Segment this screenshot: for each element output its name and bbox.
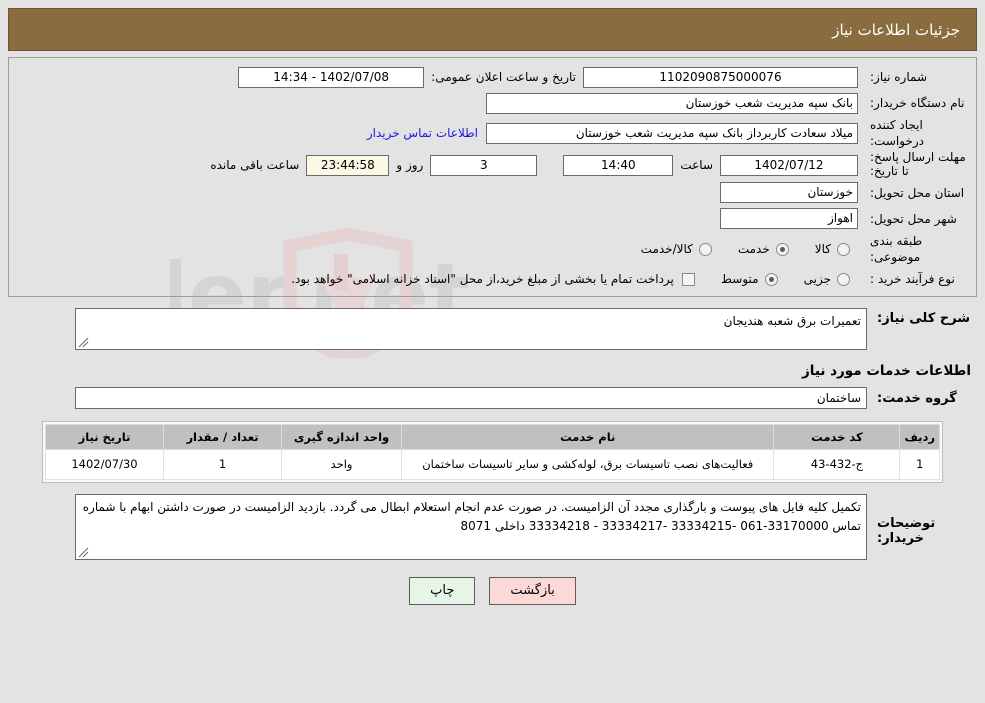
radio-icon[interactable] [837, 272, 850, 286]
remaining-days-text: روز و [396, 158, 424, 173]
form-row-need-number: شماره نیاز: 1102090875000076 تاریخ و ساع… [9, 64, 976, 90]
table-header-row: ردیف کد خدمت نام خدمت واحد اندازه گیری ت… [45, 424, 940, 451]
process-option-motevaset[interactable]: متوسط [721, 272, 778, 286]
treasury-note: پرداخت تمام یا بخشی از مبلغ خرید،از محل … [291, 272, 674, 287]
category-option-label: خدمت [737, 242, 770, 257]
deadline-label: مهلت ارسال پاسخ: تا تاریخ: [870, 150, 966, 179]
process-option-jozi[interactable]: جزیی [804, 272, 850, 286]
th-radif: ردیف [899, 424, 940, 451]
form-row-deadline: مهلت ارسال پاسخ: تا تاریخ: 1402/07/12 سا… [9, 150, 976, 180]
remaining-suffix-text: ساعت باقی مانده [210, 158, 300, 173]
need-info-panel: شماره نیاز: 1102090875000076 تاریخ و ساع… [8, 57, 977, 298]
print-button[interactable]: چاپ [409, 577, 476, 605]
action-buttons: بازگشت چاپ [0, 577, 985, 605]
category-option-label: کالا/خدمت [640, 242, 693, 257]
th-code: کد خدمت [773, 424, 901, 451]
province-field[interactable]: خوزستان [720, 182, 858, 204]
process-option-label: جزیی [803, 272, 831, 287]
cell-code: ج-432-43 [773, 449, 901, 481]
buyer-notes-textarea[interactable]: تکمیل کلیه فایل های پیوست و بارگذاری مجد… [75, 494, 867, 561]
page-title: جزئیات اطلاعات نیاز [832, 20, 960, 39]
countdown-field: 23:44:58 [306, 154, 390, 176]
category-option-khedmat[interactable]: خدمت [738, 242, 789, 256]
process-label: نوع فرآیند خرید : [870, 272, 955, 287]
cell-name: فعالیت‌های نصب تاسیسات برق، لوله‌کشی و س… [400, 449, 775, 481]
cell-date: 1402/07/30 [45, 449, 164, 481]
description-label: شرح کلی نیاز: [877, 311, 971, 327]
buyer-contact-link[interactable]: اطلاعات تماس خریدار [359, 126, 486, 140]
category-option-kala[interactable]: کالا [815, 242, 850, 256]
services-section-title: اطلاعات خدمات مورد نیاز [801, 363, 971, 380]
buyer-notes-row: توضیحات خریدار: تکمیل کلیه فایل های پیوس… [8, 491, 977, 563]
description-row: شرح کلی نیاز: تعمیرات برق شعبه هندیجان [8, 305, 977, 353]
description-section: شرح کلی نیاز: تعمیرات برق شعبه هندیجان [8, 297, 977, 353]
form-row-city: شهر محل تحویل: اهواز [9, 206, 976, 232]
th-unit: واحد اندازه گیری [281, 424, 402, 451]
resize-grip-icon[interactable] [78, 337, 89, 348]
province-label: استان محل تحویل: [870, 185, 965, 200]
th-name: نام خدمت [400, 424, 775, 451]
public-announce-label: تاریخ و ساعت اعلان عمومی: [431, 70, 576, 84]
buyer-notes-section: توضیحات خریدار: تکمیل کلیه فایل های پیوس… [8, 483, 977, 563]
radio-icon[interactable] [837, 242, 850, 256]
buyer-notes-label: توضیحات خریدار: [877, 516, 936, 547]
public-announce-field[interactable]: 1402/07/08 - 14:34 [238, 66, 425, 88]
creator-label: ایجاد کننده درخواست: [870, 118, 924, 149]
service-group-row: گروه خدمت: ساختمان [8, 387, 977, 410]
treasury-checkbox[interactable] [681, 272, 695, 286]
deadline-hour-label: ساعت [680, 158, 713, 173]
creator-field[interactable]: میلاد سعادت کاربرداز بانک سپه مدیریت شعب… [486, 122, 858, 144]
city-label: شهر محل تحویل: [870, 211, 957, 226]
category-label: طبقه بندی موضوعی: [870, 233, 923, 265]
city-field[interactable]: اهواز [720, 208, 858, 230]
service-group-field[interactable]: ساختمان [75, 387, 867, 410]
remaining-days-field[interactable]: 3 [430, 154, 538, 176]
th-date: تاریخ نیاز [45, 424, 164, 451]
category-option-kala-khedmat[interactable]: کالا/خدمت [641, 242, 712, 256]
deadline-date-field[interactable]: 1402/07/12 [720, 154, 858, 176]
services-table-wrap: ردیف کد خدمت نام خدمت واحد اندازه گیری ت… [42, 421, 943, 484]
form-row-process: نوع فرآیند خرید : جزیی متوسط پرداخت تمام… [9, 266, 976, 292]
form-row-province: استان محل تحویل: خوزستان [9, 180, 976, 206]
form-row-category: طبقه بندی موضوعی: کالا خدمت کالا/خدمت [9, 232, 976, 266]
service-group-label: گروه خدمت: [877, 390, 957, 406]
need-number-field[interactable]: 1102090875000076 [583, 66, 858, 88]
cell-unit: واحد [281, 449, 402, 481]
cell-qty: 1 [163, 449, 282, 481]
buyer-org-label: نام دستگاه خریدار: [870, 95, 965, 110]
page-root: AriaTender.net جزئیات اطلاعات نیاز شماره… [0, 0, 985, 703]
buyer-org-field[interactable]: بانک سپه مدیریت شعب خوزستان [486, 92, 858, 114]
cell-radif: 1 [899, 449, 940, 481]
description-textarea[interactable]: تعمیرات برق شعبه هندیجان [75, 308, 867, 351]
form-row-creator: ایجاد کننده درخواست: میلاد سعادت کاربردا… [9, 116, 976, 150]
services-table: ردیف کد خدمت نام خدمت واحد اندازه گیری ت… [45, 424, 940, 481]
deadline-hour-field[interactable]: 14:40 [563, 154, 674, 176]
need-number-label: شماره نیاز: [870, 69, 927, 84]
category-option-label: کالا [814, 242, 831, 257]
radio-icon[interactable] [764, 272, 778, 286]
resize-grip-icon[interactable] [78, 547, 89, 558]
page-header: جزئیات اطلاعات نیاز [8, 8, 977, 51]
radio-icon[interactable] [698, 242, 712, 256]
radio-icon[interactable] [775, 242, 789, 256]
table-row: 1 ج-432-43 فعالیت‌های نصب تاسیسات برق، ل… [45, 449, 940, 481]
th-qty: تعداد / مقدار [163, 424, 282, 451]
process-option-label: متوسط [720, 272, 759, 287]
back-button[interactable]: بازگشت [489, 577, 576, 605]
form-row-buyer-org: نام دستگاه خریدار: بانک سپه مدیریت شعب خ… [9, 90, 976, 116]
